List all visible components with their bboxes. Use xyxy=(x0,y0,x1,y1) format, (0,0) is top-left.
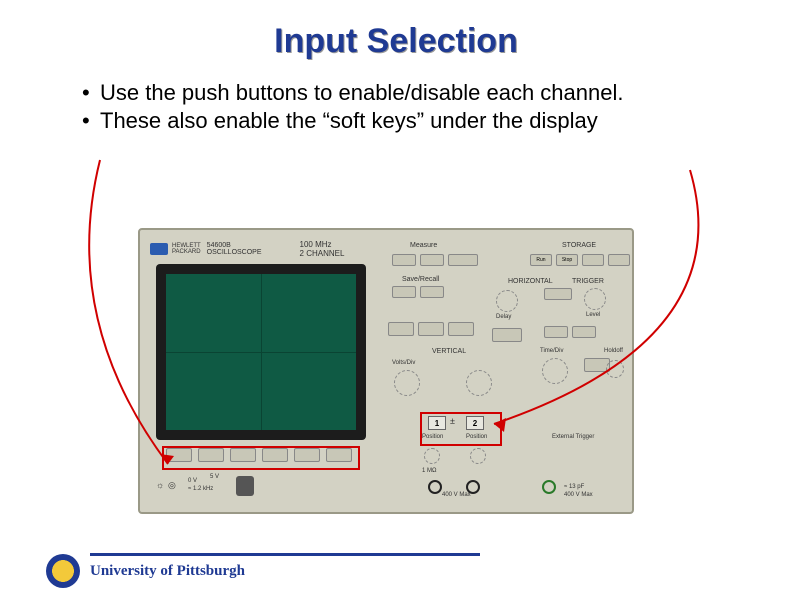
bullet-2: These also enable the “soft keys” under … xyxy=(100,107,598,135)
measure-btn-1[interactable] xyxy=(392,254,416,266)
cal-5v: 5 V xyxy=(210,474,219,480)
measure-btn-2[interactable] xyxy=(420,254,444,266)
cal-freq: ≈ 1.2 kHz xyxy=(188,486,213,492)
imp1-label: 1 MΩ xyxy=(422,468,437,474)
softkey-highlight xyxy=(162,446,360,470)
position-knob-1[interactable] xyxy=(424,448,440,464)
crt-bezel xyxy=(156,264,366,440)
mode-button[interactable] xyxy=(544,326,568,338)
trigger-label: TRIGGER xyxy=(572,278,604,285)
vertical-label: VERTICAL xyxy=(432,348,466,355)
bottom-row: ☼ ◎ 0 V 5 V ≈ 1.2 kHz 1 MΩ 400 V Max ≈ 1… xyxy=(154,474,624,502)
main-delayed-button[interactable] xyxy=(492,328,522,342)
timediv-label: Time/Div xyxy=(540,348,563,354)
power-button[interactable] xyxy=(236,476,254,496)
erase-button[interactable] xyxy=(608,254,630,266)
vmax-label: 400 V Max xyxy=(442,492,471,498)
timediv-knob[interactable] xyxy=(542,358,568,384)
hp-logo-icon xyxy=(150,243,168,255)
voltsdiv-knob-1[interactable] xyxy=(394,370,420,396)
bnc-ch1[interactable] xyxy=(428,480,442,494)
run-button[interactable]: Run xyxy=(530,254,552,266)
bullet-list: • Use the push buttons to enable/disable… xyxy=(82,79,722,134)
footer-rule xyxy=(90,553,480,556)
save-recall-label: Save/Recall xyxy=(402,276,439,283)
bandwidth-text: 100 MHz 2 CHANNEL xyxy=(300,240,345,258)
display-button[interactable] xyxy=(418,322,444,336)
source-button[interactable] xyxy=(544,288,572,300)
bnc-ch2[interactable] xyxy=(466,480,480,494)
slope-button[interactable] xyxy=(572,326,596,338)
level-label: Level xyxy=(586,312,600,318)
bullet-dot-1: • xyxy=(82,79,100,107)
print-button[interactable] xyxy=(448,322,474,336)
footer-text: University of Pittsburgh xyxy=(90,563,245,580)
horizontal-label: HORIZONTAL xyxy=(508,278,553,285)
ext-vmax-label: 400 V Max xyxy=(564,492,593,498)
ext-trigger-label: External Trigger xyxy=(552,434,594,440)
holdoff-label: Holdoff xyxy=(604,348,623,354)
save-btn[interactable] xyxy=(392,286,416,298)
crt-screen xyxy=(166,274,356,430)
level-knob[interactable] xyxy=(584,288,606,310)
focus-icon[interactable]: ◎ xyxy=(168,480,176,491)
stop-button[interactable]: Stop xyxy=(556,254,578,266)
oscilloscope-body: HEWLETT PACKARD 54600B OSCILLOSCOPE 100 … xyxy=(138,228,634,514)
autostore-button[interactable] xyxy=(582,254,604,266)
bullet-1: Use the push buttons to enable/disable e… xyxy=(100,79,624,107)
storage-label: STORAGE xyxy=(562,242,596,249)
brightness-icon[interactable]: ☼ xyxy=(156,480,164,490)
slide-title: Input Selection xyxy=(0,0,792,61)
oscilloscope-figure: HEWLETT PACKARD 54600B OSCILLOSCOPE 100 … xyxy=(138,228,634,514)
measure-btn-3[interactable] xyxy=(448,254,478,266)
autoscale-button[interactable] xyxy=(388,322,414,336)
bullet-dot-2: • xyxy=(82,107,100,135)
university-seal-icon xyxy=(46,554,80,588)
model-text: 54600B OSCILLOSCOPE xyxy=(207,242,262,256)
delay-knob[interactable] xyxy=(496,290,518,312)
position-knob-2[interactable] xyxy=(470,448,486,464)
cal-0v: 0 V xyxy=(188,478,197,484)
measure-label: Measure xyxy=(410,242,437,249)
holdoff-knob[interactable] xyxy=(606,360,624,378)
voltsdiv-label: Volts/Div xyxy=(392,360,415,366)
recall-btn[interactable] xyxy=(420,286,444,298)
delay-label: Delay xyxy=(496,314,511,320)
bnc-ext[interactable] xyxy=(542,480,556,494)
voltsdiv-knob-2[interactable] xyxy=(466,370,492,396)
ext-cap-label: ≈ 13 pF xyxy=(564,484,584,490)
brand-text: HEWLETT PACKARD xyxy=(172,243,201,255)
channel-highlight xyxy=(420,412,502,446)
